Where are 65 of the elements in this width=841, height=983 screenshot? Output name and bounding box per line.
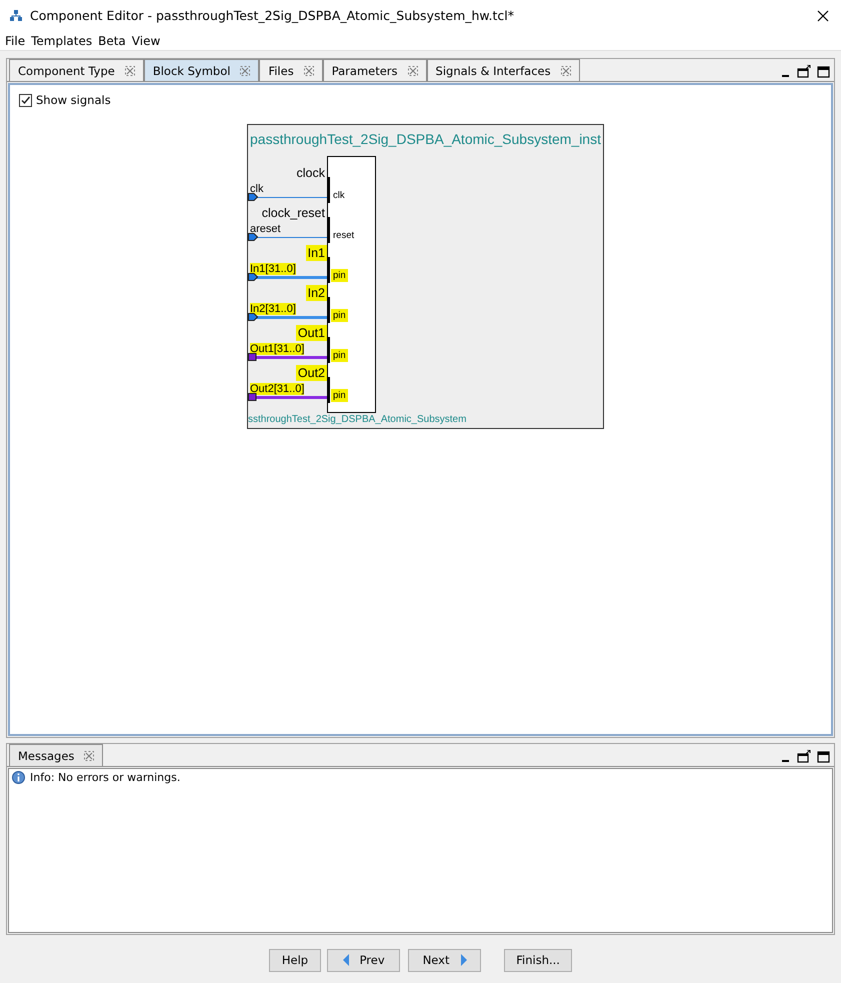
port-name: pin	[331, 389, 348, 402]
maximize-icon[interactable]	[817, 66, 830, 78]
port-icon	[248, 393, 258, 401]
port-bar	[327, 297, 330, 323]
interface-name: clock_reset	[260, 205, 326, 221]
interface-name: Out2	[296, 365, 327, 381]
menu-item[interactable]: File	[5, 34, 26, 48]
tab[interactable]: Files	[259, 59, 323, 81]
window-title: Component Editor - passthroughTest_2Sig_DSPBA_Atomic_Subsystem_hw.tcl*	[30, 8, 515, 23]
module-name: ssthroughTest_2Sig_DSPBA_Atomic_Subsystem	[248, 414, 466, 425]
info-icon	[12, 771, 25, 784]
close-tab-icon[interactable]	[240, 66, 250, 76]
port-name: pin	[331, 269, 348, 282]
close-tab-icon[interactable]	[408, 66, 418, 76]
prev-button[interactable]: Prev	[327, 948, 400, 972]
tab[interactable]: Signals & Interfaces	[426, 59, 580, 81]
port-bar	[327, 217, 330, 243]
port-name: clk	[332, 189, 346, 202]
signal-name: In2[31..0]	[250, 303, 296, 315]
tab[interactable]: Parameters	[322, 59, 427, 81]
menu-item[interactable]: Templates	[31, 34, 92, 48]
interface-name: In1	[306, 245, 327, 261]
maximize-icon[interactable]	[817, 750, 830, 762]
port-icon	[248, 273, 258, 281]
float-icon[interactable]	[797, 750, 811, 763]
tab[interactable]: Block Symbol	[144, 59, 260, 81]
close-tab-icon[interactable]	[84, 750, 94, 760]
message-text: Info: No errors or warnings.	[30, 771, 180, 784]
dialog-button[interactable]: Finish...	[504, 948, 572, 972]
menu-item[interactable]: Beta	[98, 34, 126, 48]
signal-name: areset	[250, 223, 281, 235]
close-tab-icon[interactable]	[124, 66, 135, 76]
app-icon	[10, 10, 22, 22]
next-button[interactable]: Next	[408, 948, 482, 972]
signal-name: Out1[31..0]	[250, 343, 304, 355]
port-bar	[327, 377, 330, 403]
interface-name: Out1	[296, 325, 327, 341]
signal-name: clk	[250, 183, 264, 195]
port-icon	[248, 193, 258, 201]
menu-item[interactable]: View	[132, 34, 160, 48]
port-name: reset	[332, 229, 356, 242]
left-triangle-icon	[342, 954, 350, 966]
port-icon	[248, 313, 258, 321]
tab[interactable]: Messages	[9, 744, 104, 766]
checkbox[interactable]	[19, 94, 32, 106]
checkbox-label: Show signals	[36, 93, 111, 107]
right-triangle-icon	[460, 954, 466, 966]
close-tab-icon[interactable]	[560, 66, 571, 76]
close-tab-icon[interactable]	[304, 66, 314, 76]
port-icon	[248, 353, 258, 361]
interface-name: In2	[306, 285, 327, 301]
port-name: pin	[331, 349, 348, 362]
close-icon[interactable]	[817, 10, 829, 22]
signal-name: In1[31..0]	[250, 263, 296, 275]
instance-name: passthroughTest_2Sig_DSPBA_Atomic_Subsystem_inst	[249, 131, 602, 147]
tab[interactable]: Component Type	[9, 59, 144, 81]
port-icon	[248, 233, 258, 241]
port-bar	[327, 177, 330, 203]
port-name: pin	[331, 309, 348, 322]
dialog-button[interactable]: Help	[268, 948, 322, 972]
signal-name: Out2[31..0]	[250, 383, 304, 395]
port-bar	[327, 337, 330, 363]
port-bar	[327, 257, 330, 283]
interface-name: clock	[296, 165, 326, 181]
float-icon[interactable]	[797, 65, 811, 78]
